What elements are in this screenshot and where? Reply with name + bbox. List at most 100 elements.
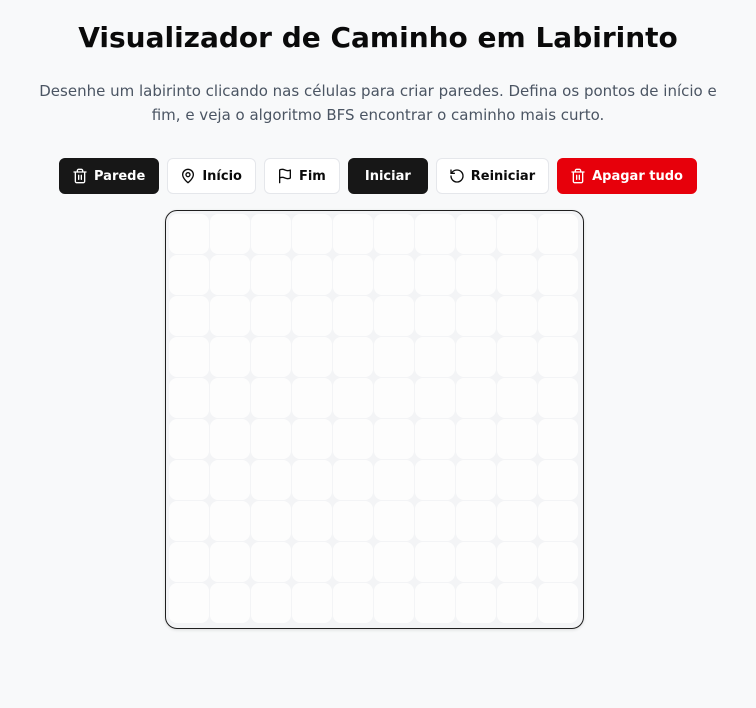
maze-cell[interactable] — [333, 460, 373, 500]
maze-cell[interactable] — [251, 296, 291, 336]
maze-cell[interactable] — [497, 296, 537, 336]
maze-cell[interactable] — [374, 296, 414, 336]
maze-cell[interactable] — [292, 214, 332, 254]
maze-cell[interactable] — [169, 337, 209, 377]
maze-cell[interactable] — [538, 583, 578, 623]
maze-cell[interactable] — [456, 214, 496, 254]
maze-cell[interactable] — [374, 214, 414, 254]
maze-cell[interactable] — [210, 296, 250, 336]
maze-cell[interactable] — [292, 419, 332, 459]
maze-cell[interactable] — [497, 542, 537, 582]
clear-all-button[interactable]: Apagar tudo — [557, 158, 697, 194]
maze-cell[interactable] — [292, 501, 332, 541]
maze-cell[interactable] — [333, 296, 373, 336]
maze-cell[interactable] — [456, 255, 496, 295]
maze-cell[interactable] — [292, 542, 332, 582]
maze-cell[interactable] — [210, 214, 250, 254]
maze-cell[interactable] — [374, 460, 414, 500]
maze-cell[interactable] — [497, 378, 537, 418]
maze-cell[interactable] — [538, 460, 578, 500]
maze-cell[interactable] — [210, 419, 250, 459]
maze-cell[interactable] — [374, 255, 414, 295]
maze-cell[interactable] — [169, 460, 209, 500]
maze-cell[interactable] — [497, 214, 537, 254]
maze-cell[interactable] — [251, 583, 291, 623]
maze-cell[interactable] — [497, 419, 537, 459]
wall-mode-button[interactable]: Parede — [59, 158, 160, 194]
maze-cell[interactable] — [374, 501, 414, 541]
maze-cell[interactable] — [333, 337, 373, 377]
maze-cell[interactable] — [292, 583, 332, 623]
maze-cell[interactable] — [251, 542, 291, 582]
maze-cell[interactable] — [251, 501, 291, 541]
maze-cell[interactable] — [169, 378, 209, 418]
maze-cell[interactable] — [415, 501, 455, 541]
maze-cell[interactable] — [415, 419, 455, 459]
maze-cell[interactable] — [456, 542, 496, 582]
maze-cell[interactable] — [210, 337, 250, 377]
maze-cell[interactable] — [538, 378, 578, 418]
maze-cell[interactable] — [538, 337, 578, 377]
maze-cell[interactable] — [497, 460, 537, 500]
maze-cell[interactable] — [292, 460, 332, 500]
maze-cell[interactable] — [538, 296, 578, 336]
maze-cell[interactable] — [292, 255, 332, 295]
reset-button[interactable]: Reiniciar — [435, 158, 550, 194]
maze-cell[interactable] — [210, 542, 250, 582]
maze-cell[interactable] — [497, 255, 537, 295]
maze-cell[interactable] — [415, 583, 455, 623]
maze-cell[interactable] — [210, 378, 250, 418]
maze-cell[interactable] — [415, 378, 455, 418]
end-mode-button[interactable]: Fim — [263, 158, 340, 194]
maze-cell[interactable] — [456, 337, 496, 377]
maze-cell[interactable] — [374, 378, 414, 418]
maze-cell[interactable] — [169, 542, 209, 582]
maze-cell[interactable] — [497, 501, 537, 541]
maze-cell[interactable] — [169, 214, 209, 254]
maze-cell[interactable] — [497, 583, 537, 623]
maze-cell[interactable] — [374, 542, 414, 582]
maze-cell[interactable] — [210, 583, 250, 623]
maze-cell[interactable] — [210, 460, 250, 500]
maze-cell[interactable] — [456, 296, 496, 336]
maze-cell[interactable] — [333, 214, 373, 254]
maze-cell[interactable] — [169, 583, 209, 623]
maze-cell[interactable] — [374, 419, 414, 459]
maze-cell[interactable] — [415, 542, 455, 582]
maze-cell[interactable] — [251, 460, 291, 500]
maze-cell[interactable] — [456, 460, 496, 500]
maze-cell[interactable] — [169, 501, 209, 541]
maze-cell[interactable] — [169, 419, 209, 459]
maze-cell[interactable] — [333, 583, 373, 623]
maze-cell[interactable] — [538, 419, 578, 459]
maze-cell[interactable] — [251, 419, 291, 459]
maze-cell[interactable] — [456, 583, 496, 623]
maze-cell[interactable] — [292, 337, 332, 377]
run-button[interactable]: Iniciar — [347, 158, 428, 194]
maze-cell[interactable] — [169, 296, 209, 336]
maze-cell[interactable] — [333, 501, 373, 541]
maze-cell[interactable] — [333, 255, 373, 295]
start-mode-button[interactable]: Início — [167, 158, 256, 194]
maze-cell[interactable] — [538, 501, 578, 541]
maze-cell[interactable] — [374, 337, 414, 377]
maze-cell[interactable] — [251, 337, 291, 377]
maze-cell[interactable] — [210, 501, 250, 541]
maze-cell[interactable] — [415, 255, 455, 295]
maze-cell[interactable] — [374, 583, 414, 623]
maze-cell[interactable] — [251, 255, 291, 295]
maze-cell[interactable] — [292, 378, 332, 418]
maze-cell[interactable] — [169, 255, 209, 295]
maze-cell[interactable] — [333, 378, 373, 418]
maze-cell[interactable] — [251, 214, 291, 254]
maze-cell[interactable] — [456, 419, 496, 459]
maze-cell[interactable] — [538, 542, 578, 582]
maze-cell[interactable] — [333, 542, 373, 582]
maze-cell[interactable] — [415, 337, 455, 377]
maze-cell[interactable] — [415, 296, 455, 336]
maze-cell[interactable] — [538, 214, 578, 254]
maze-cell[interactable] — [456, 378, 496, 418]
maze-cell[interactable] — [415, 214, 455, 254]
maze-cell[interactable] — [415, 460, 455, 500]
maze-cell[interactable] — [292, 296, 332, 336]
